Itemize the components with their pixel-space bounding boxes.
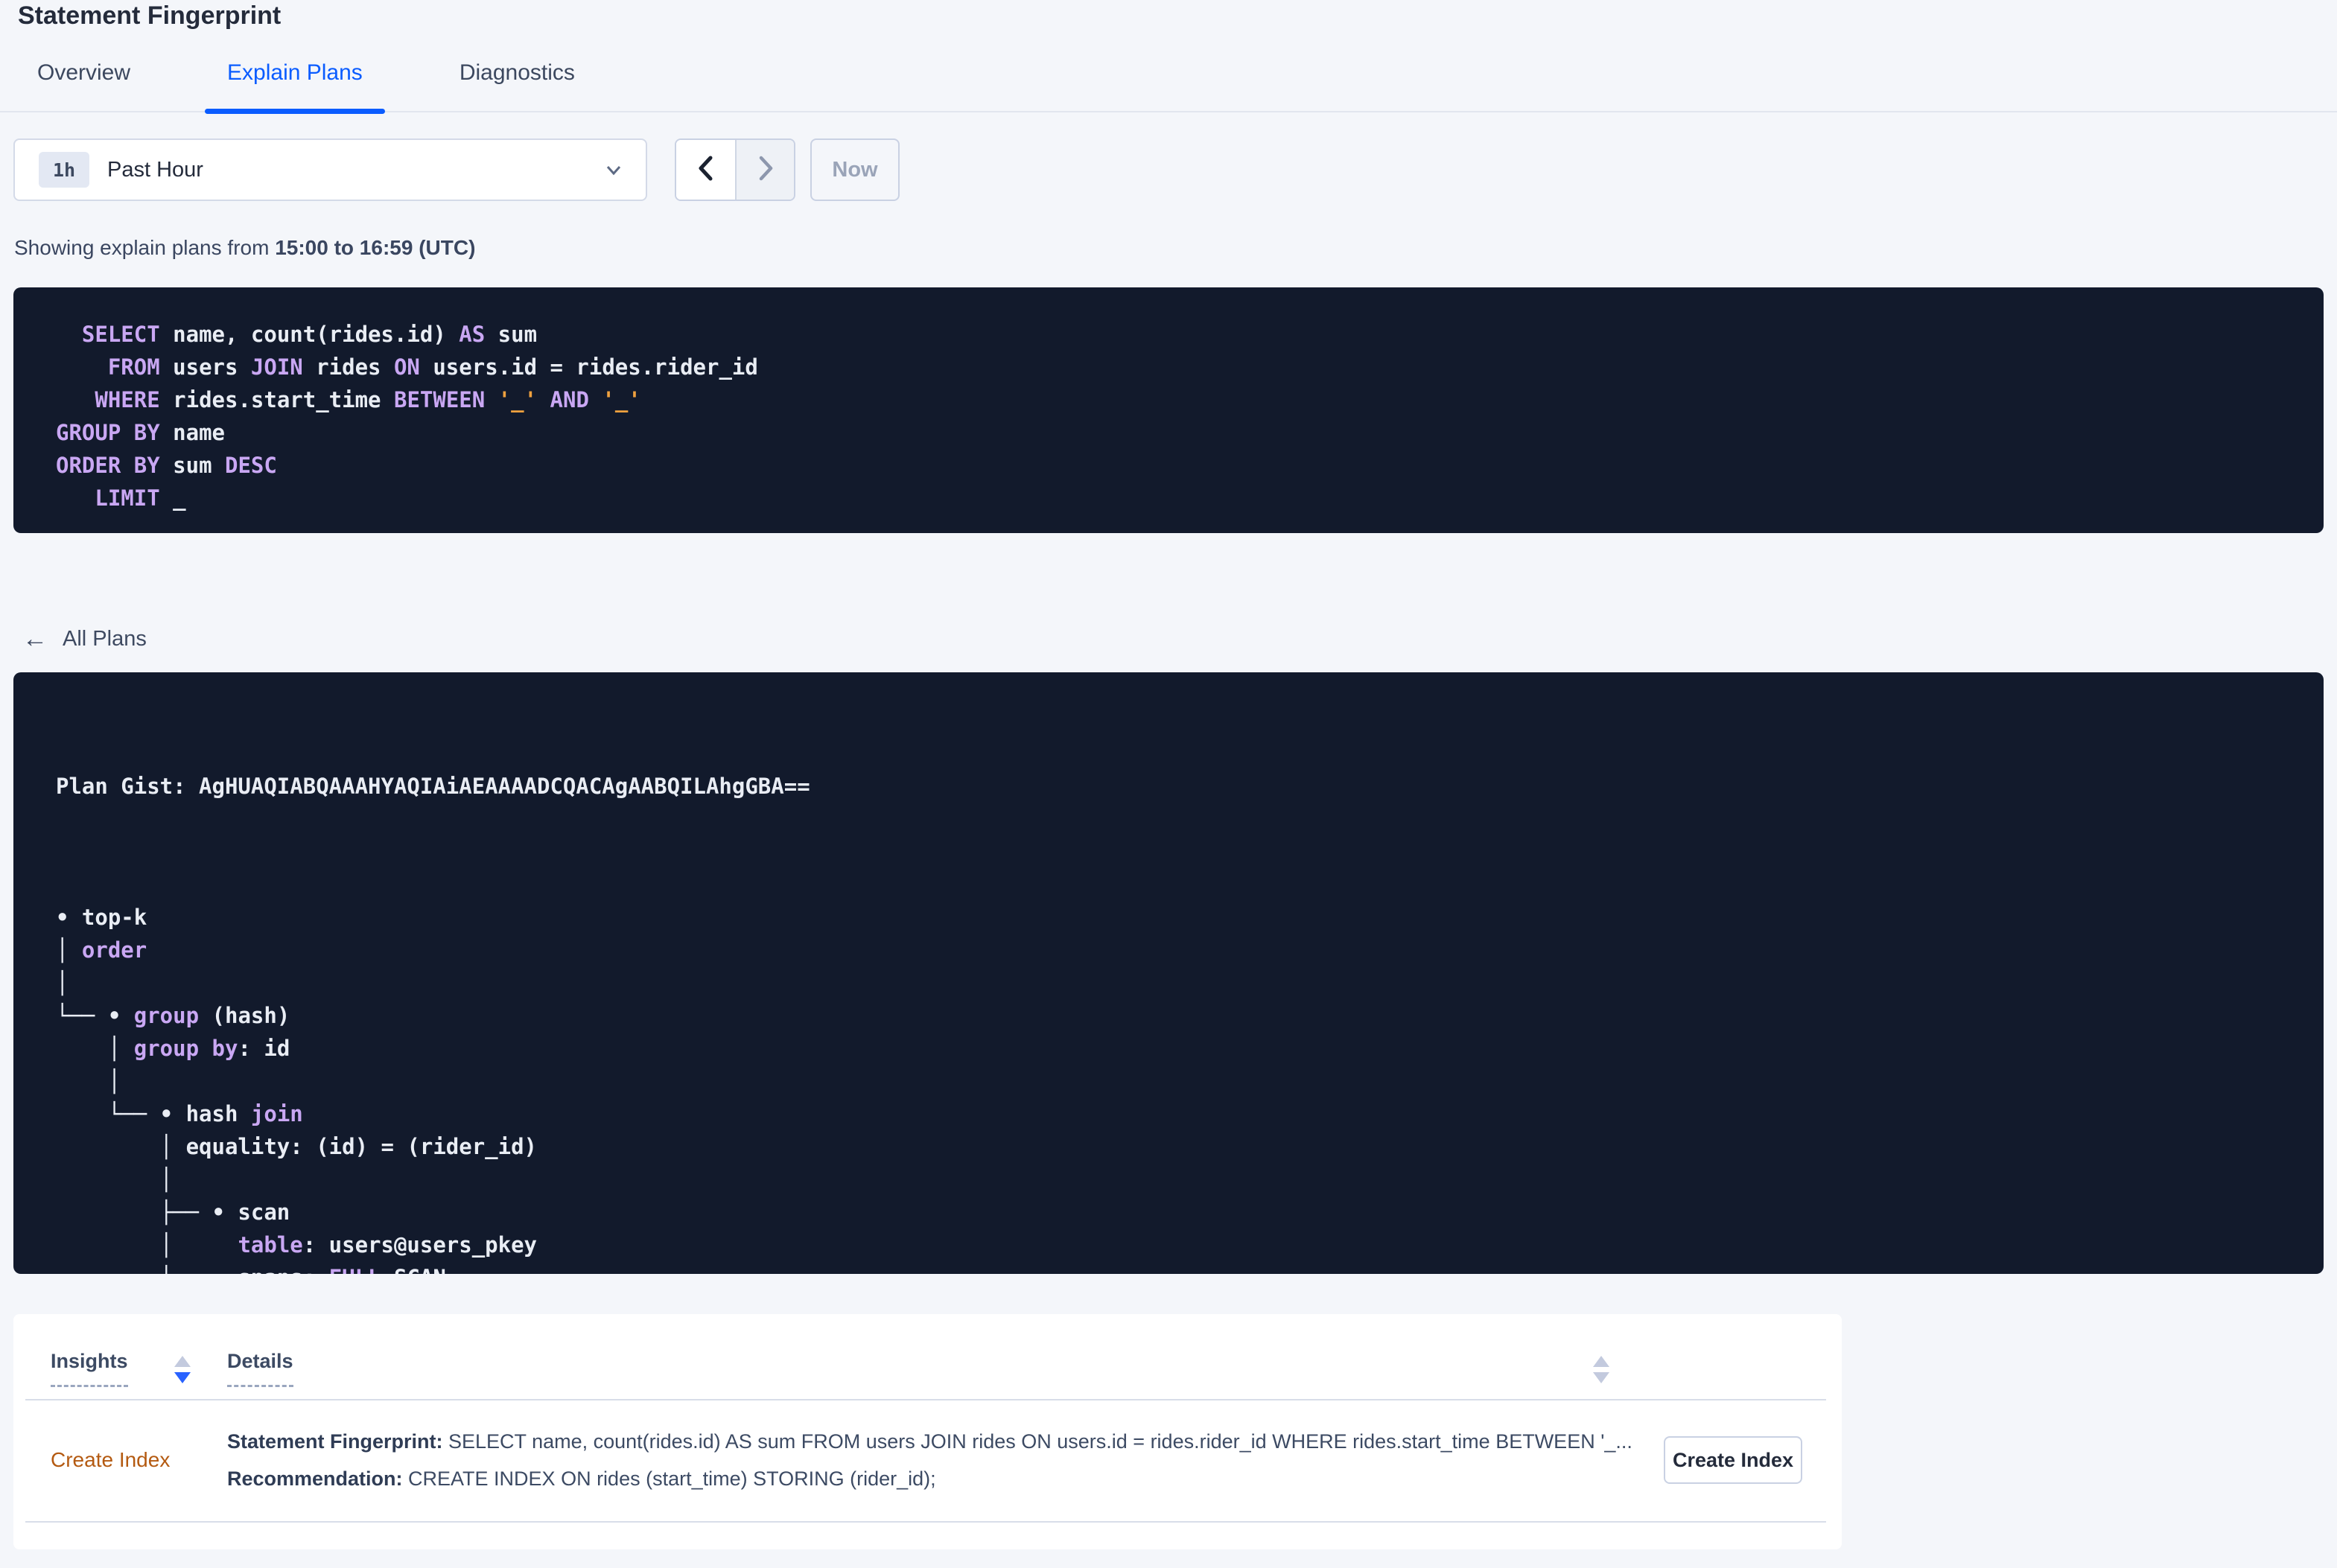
table-row: Create Index Statement Fingerprint: SELE… [51,1399,1842,1521]
tab-bar: Overview Explain Plans Diagnostics [0,60,2337,114]
tab-diagnostics[interactable]: Diagnostics [437,60,597,111]
time-range-arrows [675,138,795,201]
next-time-range-button[interactable] [735,140,794,200]
all-plans-label: All Plans [63,626,147,651]
insights-column-label[interactable]: Insights [51,1350,128,1387]
tab-explain-plans[interactable]: Explain Plans [205,60,385,114]
code-line: GROUP BY name [56,420,225,445]
sort-asc-icon [1593,1356,1609,1367]
insights-table-header: Insights Details [51,1350,1842,1387]
table-row-divider [25,1521,1826,1523]
create-index-button[interactable]: Create Index [1664,1436,1802,1484]
all-plans-link[interactable]: ← All Plans [22,624,147,654]
insights-column-header: Insights [51,1350,227,1387]
chevron-down-icon [601,157,626,182]
showing-range-value: 15:00 to 16:59 (UTC) [275,236,476,259]
back-arrow-icon: ← [22,625,48,653]
plan-gist-box: Plan Gist: AgHUAQIABQAAAHYAQIAiAEAAAADCQ… [13,672,2324,1274]
details-column-header: Details [227,1350,1842,1387]
time-range-badge: 1h [39,152,89,188]
sort-asc-icon [174,1356,191,1367]
sql-statement-box: SELECT name, count(rides.id) AS sum FROM… [13,287,2324,533]
showing-range-text: Showing explain plans from 15:00 to 16:5… [14,236,476,259]
code-line: │ order [56,937,147,963]
chevron-left-icon [691,150,721,190]
recommendation-line: Recommendation: CREATE INDEX ON rides (s… [227,1467,936,1490]
code-line: │ table: users@users_pkey [56,1232,538,1258]
details-column-label[interactable]: Details [227,1350,293,1387]
code-line: LIMIT _ [95,485,186,511]
sort-insights-icon[interactable] [174,1356,191,1387]
code-line: │ equality: (id) = (rider_id) [56,1134,538,1159]
insights-table-card: Insights Details Create Index Statement … [13,1314,1842,1549]
now-button[interactable]: Now [810,138,900,201]
statement-fingerprint-line: Statement Fingerprint: SELECT name, coun… [227,1430,1632,1453]
previous-time-range-button[interactable] [676,140,735,200]
code-line: └── • group (hash) [56,1003,290,1028]
code-line: ORDER BY sum DESC [56,453,277,478]
chevron-right-icon [751,150,780,190]
code-line: ├── • scan [56,1199,290,1225]
page-title: Statement Fingerprint [18,1,282,30]
code-line: │ [56,1167,174,1192]
code-line: │ [56,1068,121,1094]
code-line: WHERE rides.start_time BETWEEN '_' AND '… [95,387,641,412]
sort-details-icon[interactable] [1593,1356,1609,1387]
time-range-dropdown[interactable]: 1h Past Hour [13,138,647,201]
insight-details-cell: Statement Fingerprint: SELECT name, coun… [227,1423,1632,1497]
code-line: FROM users JOIN rides ON users.id = ride… [107,354,758,380]
sort-desc-icon [1593,1372,1609,1383]
time-range-label: Past Hour [107,157,203,182]
insight-type-link[interactable]: Create Index [51,1448,227,1472]
plan-gist-line: Plan Gist: AgHUAQIABQAAAHYAQIAiAEAAAADCQ… [56,774,810,799]
tab-overview[interactable]: Overview [15,60,153,111]
code-line: └── • hash join [56,1101,303,1126]
code-line: │ spans: FULL SCAN [56,1261,2309,1274]
code-line: │ group by: id [56,1036,290,1061]
code-line: │ [56,970,69,995]
time-controls: 1h Past Hour Now [13,138,2337,201]
statement-fingerprint-page: Statement Fingerprint Overview Explain P… [0,0,2337,1568]
code-line: • top-k [56,905,147,930]
code-line: SELECT name, count(rides.id) AS sum [81,322,538,347]
sort-desc-icon [174,1372,191,1383]
plan-tree: • top-k │ order │ └── • group (hash) │ grou… [56,868,2309,1274]
